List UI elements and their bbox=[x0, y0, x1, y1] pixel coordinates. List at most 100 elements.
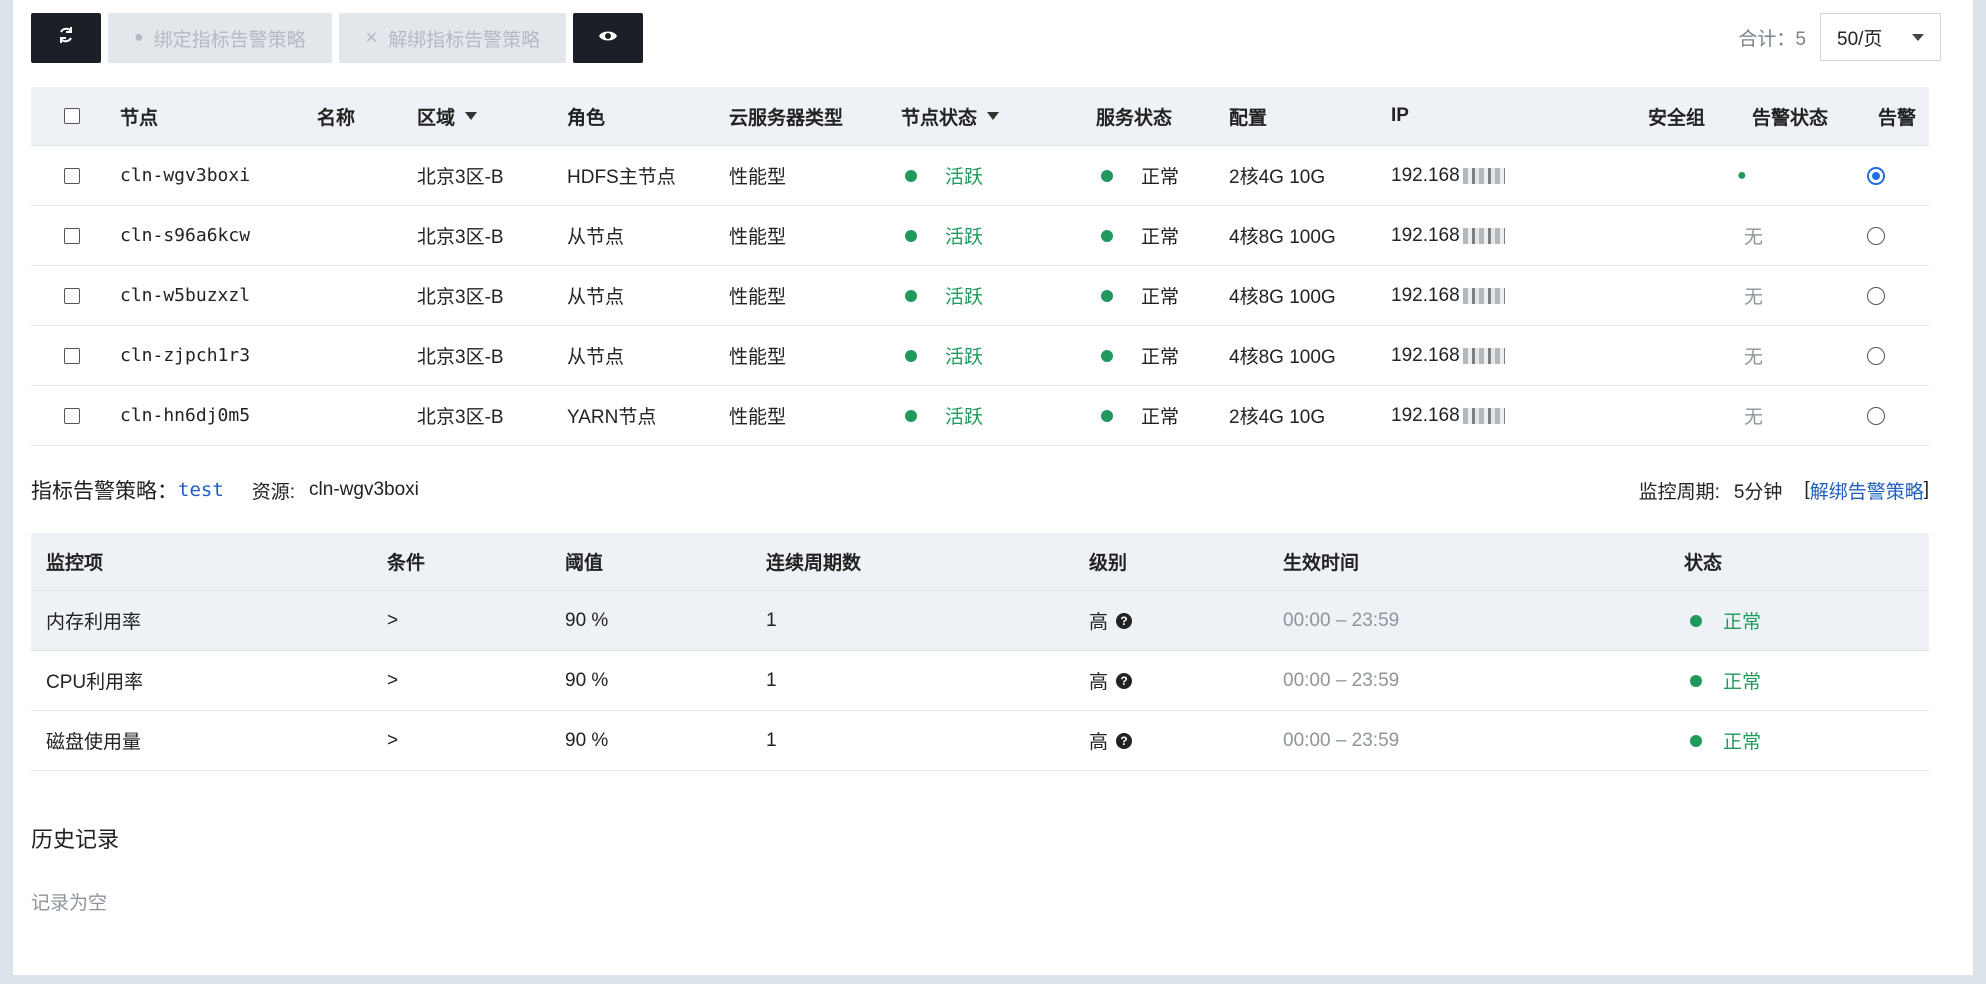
page-size-select[interactable]: 50/页 bbox=[1820, 13, 1941, 61]
service-status: 正常 bbox=[1141, 407, 1180, 428]
col-ip: IP bbox=[1391, 105, 1409, 126]
node-config: 4核8G 100G bbox=[1229, 347, 1336, 368]
col-node-status[interactable]: 节点状态 bbox=[901, 87, 1000, 145]
col-alert: 告警 bbox=[1878, 107, 1917, 129]
service-status: 正常 bbox=[1141, 227, 1180, 248]
alert-radio[interactable] bbox=[1867, 406, 1885, 425]
view-button[interactable] bbox=[573, 13, 644, 63]
refresh-button[interactable] bbox=[31, 13, 101, 63]
node-type: 性能型 bbox=[729, 227, 787, 248]
select-all-checkbox[interactable] bbox=[64, 108, 80, 124]
row-checkbox[interactable] bbox=[64, 227, 80, 244]
table-row[interactable]: cln-hn6dj0m5 北京3区-B YARN节点 性能型 活跃 正常 2核4… bbox=[31, 386, 1929, 446]
alert-radio[interactable] bbox=[1867, 346, 1885, 365]
node-status: 活跃 bbox=[945, 347, 984, 368]
bind-policy-label: 绑定指标告警策略 bbox=[153, 29, 306, 51]
col-status: 状态 bbox=[1684, 553, 1723, 574]
col-level: 级别 bbox=[1089, 553, 1128, 574]
bell-icon: ● bbox=[134, 29, 144, 46]
table-row[interactable]: CPU利用率 > 90 % 1 高? 00:00 – 23:59 正常 bbox=[31, 651, 1929, 711]
node-role: HDFS主节点 bbox=[567, 167, 676, 188]
node-role: 从节点 bbox=[567, 227, 625, 248]
node-type: 性能型 bbox=[729, 167, 787, 188]
table-row[interactable]: cln-s96a6kcw 北京3区-B 从节点 性能型 活跃 正常 4核8G 1… bbox=[31, 206, 1929, 266]
alert-radio[interactable] bbox=[1867, 166, 1885, 185]
table-row[interactable]: cln-w5buzxzl 北京3区-B 从节点 性能型 活跃 正常 4核8G 1… bbox=[31, 266, 1929, 326]
node-config: 4核8G 100G bbox=[1229, 287, 1336, 308]
row-checkbox[interactable] bbox=[64, 407, 80, 424]
redacted-ip bbox=[1462, 407, 1505, 424]
row-checkbox[interactable] bbox=[64, 167, 80, 184]
status-dot bbox=[1101, 409, 1113, 422]
policy-name-link[interactable]: test bbox=[178, 479, 224, 501]
help-icon[interactable]: ? bbox=[1116, 612, 1133, 629]
col-threshold: 阈值 bbox=[565, 553, 604, 574]
metric-item: 内存利用率 bbox=[46, 612, 142, 633]
alert-radio[interactable] bbox=[1867, 226, 1885, 245]
toolbar: ● 绑定指标告警策略 ✕ 解绑指标告警策略 bbox=[31, 13, 644, 63]
status-dot bbox=[905, 289, 917, 302]
metric-periods: 1 bbox=[766, 669, 777, 691]
col-periods: 连续周期数 bbox=[766, 553, 862, 574]
table-header: 节点 名称 区域 角色 云服务器类型 节点状态 服务状态 配置 IP 安全组 告… bbox=[31, 87, 1929, 146]
bracket-close: ] bbox=[1923, 479, 1929, 500]
history-empty-text: 记录为空 bbox=[31, 893, 108, 914]
filter-caret-icon[interactable] bbox=[987, 112, 1000, 120]
unbind-policy-button[interactable]: ✕ 解绑指标告警策略 bbox=[338, 13, 567, 63]
node-ip: 192.168 bbox=[1391, 386, 1505, 445]
table-row[interactable]: 内存利用率 > 90 % 1 高? 00:00 – 23:59 正常 bbox=[31, 591, 1929, 651]
chevron-down-icon bbox=[1912, 33, 1924, 41]
resource-value: cln-wgv3boxi bbox=[309, 479, 419, 500]
alert-bell-icon: ● bbox=[1737, 166, 1747, 184]
status-dot bbox=[1690, 674, 1702, 687]
metric-level: 高? bbox=[1089, 711, 1133, 770]
status-dot bbox=[905, 409, 917, 422]
policy-label: 指标告警策略： bbox=[31, 480, 178, 503]
bind-policy-button[interactable]: ● 绑定指标告警策略 bbox=[108, 13, 332, 63]
help-icon[interactable]: ? bbox=[1116, 732, 1133, 749]
metric-time: 00:00 – 23:59 bbox=[1283, 669, 1400, 691]
unbind-policy-label: 解绑指标告警策略 bbox=[388, 29, 541, 51]
row-checkbox[interactable] bbox=[64, 347, 80, 364]
unbind-policy-link[interactable]: 解绑告警策略 bbox=[1810, 477, 1924, 504]
node-status: 活跃 bbox=[945, 407, 984, 428]
row-checkbox[interactable] bbox=[64, 287, 80, 304]
help-icon[interactable]: ? bbox=[1116, 672, 1133, 689]
node-type: 性能型 bbox=[729, 287, 787, 308]
col-region[interactable]: 区域 bbox=[417, 87, 478, 145]
metric-cond: > bbox=[387, 609, 399, 631]
node-role: 从节点 bbox=[567, 287, 625, 308]
filter-caret-icon[interactable] bbox=[465, 112, 478, 120]
col-role: 角色 bbox=[567, 107, 606, 129]
table-row[interactable]: cln-wgv3boxi 北京3区-B HDFS主节点 性能型 活跃 正常 2核… bbox=[31, 146, 1929, 206]
metric-threshold: 90 % bbox=[565, 729, 609, 751]
node-id: cln-w5buzxzl bbox=[120, 285, 251, 306]
metric-periods: 1 bbox=[766, 609, 777, 631]
alert-radio[interactable] bbox=[1867, 286, 1885, 305]
node-status: 活跃 bbox=[945, 167, 984, 188]
node-config: 2核4G 10G bbox=[1229, 167, 1326, 188]
redacted-ip bbox=[1462, 167, 1505, 184]
node-config: 4核8G 100G bbox=[1229, 227, 1336, 248]
service-status: 正常 bbox=[1141, 167, 1180, 188]
node-id: cln-zjpch1r3 bbox=[120, 345, 251, 366]
node-ip: 192.168 bbox=[1391, 146, 1505, 205]
pagination: 合计：5 50/页 bbox=[1738, 13, 1941, 61]
redacted-ip bbox=[1462, 287, 1505, 304]
history-title: 历史记录 bbox=[31, 827, 120, 852]
node-region: 北京3区-B bbox=[417, 287, 504, 308]
node-region: 北京3区-B bbox=[417, 407, 504, 428]
status-dot bbox=[1690, 734, 1702, 747]
status-dot bbox=[1101, 229, 1113, 242]
node-id: cln-s96a6kcw bbox=[120, 225, 251, 246]
node-region: 北京3区-B bbox=[417, 227, 504, 248]
metric-table: 监控项 条件 阈值 连续周期数 级别 生效时间 状态 内存利用率 > 90 % … bbox=[31, 533, 1929, 771]
period-value: 5分钟 bbox=[1733, 481, 1783, 503]
table-row[interactable]: 磁盘使用量 > 90 % 1 高? 00:00 – 23:59 正常 bbox=[31, 711, 1929, 771]
metric-level: 高? bbox=[1089, 651, 1133, 710]
col-cond: 条件 bbox=[387, 553, 426, 574]
table-row[interactable]: cln-zjpch1r3 北京3区-B 从节点 性能型 活跃 正常 4核8G 1… bbox=[31, 326, 1929, 386]
close-icon: ✕ bbox=[364, 30, 379, 47]
alert-status: 无 bbox=[1744, 227, 1764, 248]
resource-label: 资源: bbox=[251, 481, 296, 503]
